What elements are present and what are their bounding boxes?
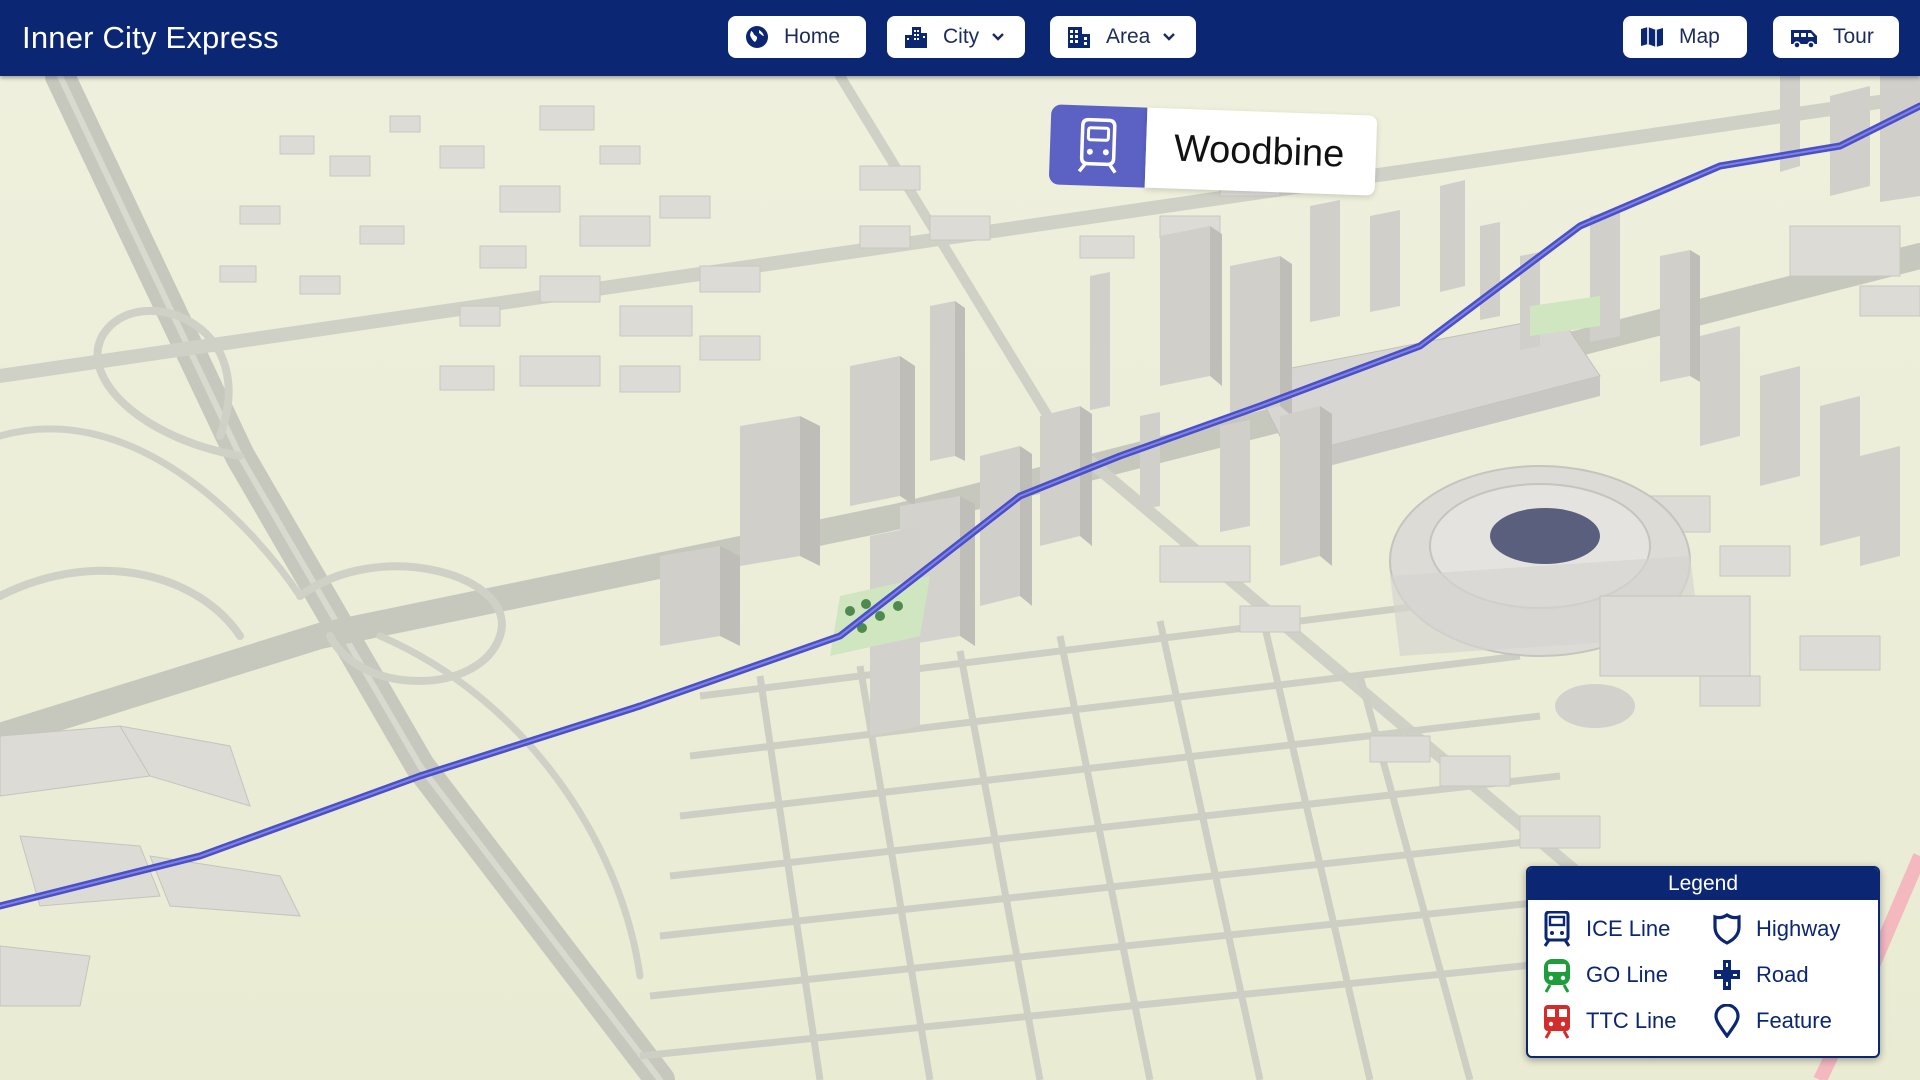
home-button[interactable]: Home — [728, 16, 866, 58]
legend-item-ice-line: ICE Line — [1542, 906, 1712, 952]
legend-label: Feature — [1756, 1008, 1832, 1033]
subway-icon — [1544, 1005, 1570, 1039]
bus-icon — [1791, 30, 1817, 49]
shield-icon — [1713, 913, 1741, 945]
city-icon — [905, 27, 927, 48]
road-cross-icon — [1714, 960, 1740, 990]
legend-label: TTC Line — [1586, 1008, 1677, 1033]
building-icon — [1068, 27, 1090, 48]
map-icon — [1641, 27, 1663, 47]
legend-items: ICE Line Highway GO Line Road TTC Line F… — [1528, 900, 1878, 1044]
area-dropdown-label: Area — [1106, 25, 1151, 48]
tour-button[interactable]: Tour — [1773, 16, 1899, 58]
chevron-down-icon — [992, 33, 1005, 41]
legend-item-go-line: GO Line — [1542, 952, 1712, 998]
legend-label: Road — [1756, 962, 1809, 987]
station-label-woodbine[interactable]: Woodbine — [1048, 104, 1378, 196]
station-badge — [1048, 104, 1148, 188]
city-dropdown[interactable]: City — [887, 16, 1025, 58]
map-button-label: Map — [1679, 25, 1720, 48]
chevron-down-icon — [1163, 33, 1176, 41]
area-dropdown[interactable]: Area — [1050, 16, 1196, 58]
tour-button-label: Tour — [1833, 25, 1874, 48]
legend-item-feature: Feature — [1712, 998, 1878, 1044]
station-name: Woodbine — [1144, 107, 1378, 196]
train-icon — [1544, 959, 1570, 993]
top-bar: Inner City Express Home City Area Map To… — [0, 0, 1920, 76]
home-button-label: Home — [784, 25, 841, 48]
map-legend: Legend ICE Line Highway GO Line Road TTC… — [1526, 866, 1880, 1058]
map-button[interactable]: Map — [1623, 16, 1747, 58]
tram-icon — [1077, 117, 1117, 174]
legend-item-highway: Highway — [1712, 906, 1878, 952]
city-dropdown-label: City — [943, 25, 980, 48]
app-title: Inner City Express — [22, 20, 279, 55]
legend-title: Legend — [1528, 868, 1878, 900]
legend-item-ttc-line: TTC Line — [1542, 998, 1712, 1044]
globe-icon — [746, 26, 768, 48]
legend-label: GO Line — [1586, 962, 1668, 987]
legend-label: ICE Line — [1586, 916, 1671, 941]
tram-icon — [1543, 911, 1571, 947]
legend-item-road: Road — [1712, 952, 1878, 998]
pin-icon — [1714, 1004, 1740, 1038]
legend-label: Highway — [1756, 916, 1841, 941]
